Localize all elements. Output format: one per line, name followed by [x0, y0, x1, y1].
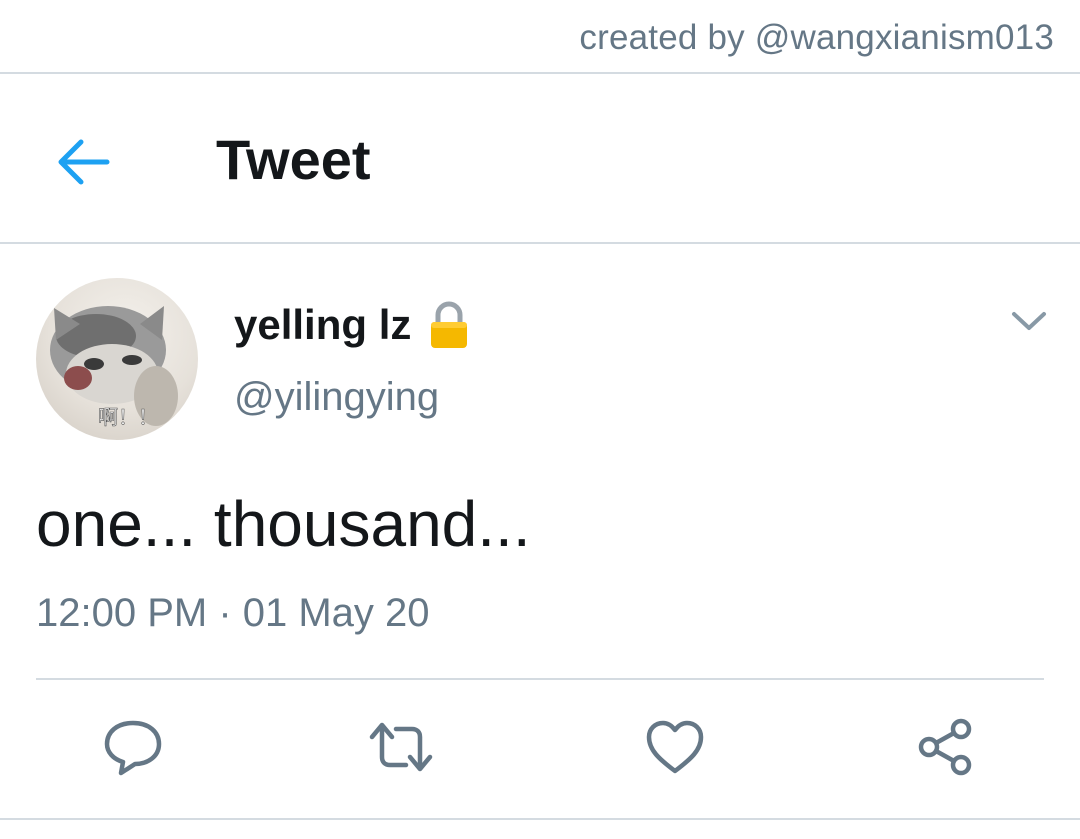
page-title: Tweet — [216, 128, 371, 191]
avatar[interactable]: 啊！！ — [36, 278, 198, 440]
lock-icon — [429, 301, 469, 349]
share-icon — [918, 718, 972, 776]
tweet-timestamp[interactable]: 12:00 PM · 01 May 20 — [36, 588, 430, 638]
reply-icon — [104, 720, 162, 776]
arrow-left-icon — [58, 139, 110, 185]
retweet-icon — [369, 722, 433, 772]
chevron-down-icon — [1012, 312, 1046, 330]
actions-divider — [36, 678, 1044, 680]
like-icon — [646, 720, 704, 774]
author-handle[interactable]: @yilingying — [234, 372, 439, 422]
bottom-divider — [0, 818, 1080, 820]
creator-watermark: created by @wangxianism013 — [579, 18, 1054, 57]
cat-avatar-image: 啊！！ — [50, 306, 178, 429]
like-button[interactable] — [642, 714, 708, 780]
back-button[interactable] — [52, 132, 116, 192]
reply-button[interactable] — [100, 714, 166, 780]
retweet-button[interactable] — [368, 714, 434, 780]
author-name-text: yelling lz — [234, 301, 412, 348]
watermark-divider — [0, 72, 1080, 74]
avatar-caption: 啊！！ — [98, 405, 158, 429]
header-divider — [0, 242, 1080, 244]
tweet-menu-button[interactable] — [1008, 304, 1050, 338]
share-button[interactable] — [912, 714, 978, 780]
tweet-text: one... thousand... — [36, 488, 531, 560]
author-display-name[interactable]: yelling lz — [234, 298, 469, 352]
